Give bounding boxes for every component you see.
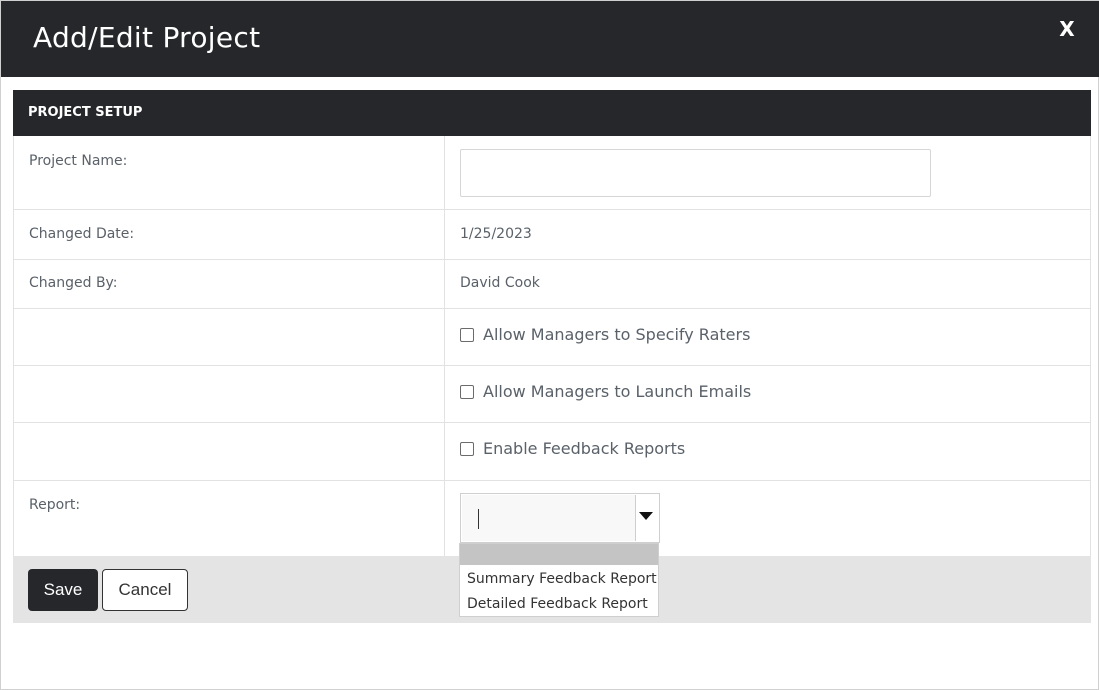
row-feedback-reports: Enable Feedback Reports bbox=[14, 423, 1090, 481]
launch-emails-checkbox[interactable] bbox=[460, 384, 474, 399]
changed-by-value: David Cook bbox=[460, 275, 540, 291]
section-header-label: PROJECT SETUP bbox=[28, 105, 143, 120]
changed-date-value: 1/25/2023 bbox=[460, 226, 532, 242]
save-button[interactable]: Save bbox=[28, 569, 98, 611]
report-combobox[interactable] bbox=[460, 493, 660, 543]
close-icon[interactable]: X bbox=[1058, 17, 1076, 41]
dialog-title: Add/Edit Project bbox=[33, 21, 261, 54]
dropdown-option-summary[interactable]: Summary Feedback Report bbox=[467, 571, 657, 587]
project-setup-table: Project Name: Changed Date: 1/25/2023 Ch… bbox=[13, 136, 1091, 556]
row-specify-raters: Allow Managers to Specify Raters bbox=[14, 309, 1090, 366]
dropdown-option-detailed[interactable]: Detailed Feedback Report bbox=[467, 596, 648, 612]
add-edit-project-dialog: Add/Edit Project X PROJECT SETUP Project… bbox=[0, 0, 1099, 690]
chevron-down-icon[interactable] bbox=[639, 512, 653, 520]
feedback-reports-label[interactable]: Enable Feedback Reports bbox=[483, 439, 685, 458]
report-label: Report: bbox=[29, 497, 81, 513]
specify-raters-checkbox[interactable] bbox=[460, 327, 474, 342]
launch-emails-label[interactable]: Allow Managers to Launch Emails bbox=[483, 382, 751, 401]
changed-by-label: Changed By: bbox=[29, 275, 118, 291]
feedback-reports-checkbox[interactable] bbox=[460, 441, 474, 456]
section-header: PROJECT SETUP bbox=[13, 90, 1091, 136]
cancel-button[interactable]: Cancel bbox=[102, 569, 188, 611]
text-caret bbox=[478, 509, 479, 529]
specify-raters-label[interactable]: Allow Managers to Specify Raters bbox=[483, 325, 750, 344]
project-name-input[interactable] bbox=[460, 149, 931, 197]
row-launch-emails: Allow Managers to Launch Emails bbox=[14, 366, 1090, 423]
row-project-name: Project Name: bbox=[14, 136, 1090, 210]
specify-raters-option[interactable]: Allow Managers to Specify Raters bbox=[460, 325, 750, 344]
dialog-titlebar: Add/Edit Project X bbox=[1, 1, 1099, 77]
project-name-label: Project Name: bbox=[29, 153, 128, 169]
feedback-reports-option[interactable]: Enable Feedback Reports bbox=[460, 439, 685, 458]
dropdown-option-blank[interactable] bbox=[460, 544, 658, 565]
changed-date-label: Changed Date: bbox=[29, 226, 135, 242]
report-combobox-input[interactable] bbox=[462, 495, 636, 541]
launch-emails-option[interactable]: Allow Managers to Launch Emails bbox=[460, 382, 751, 401]
row-changed-by: Changed By: David Cook bbox=[14, 260, 1090, 309]
row-changed-date: Changed Date: 1/25/2023 bbox=[14, 210, 1090, 260]
report-dropdown-list: Summary Feedback Report Detailed Feedbac… bbox=[459, 543, 659, 617]
